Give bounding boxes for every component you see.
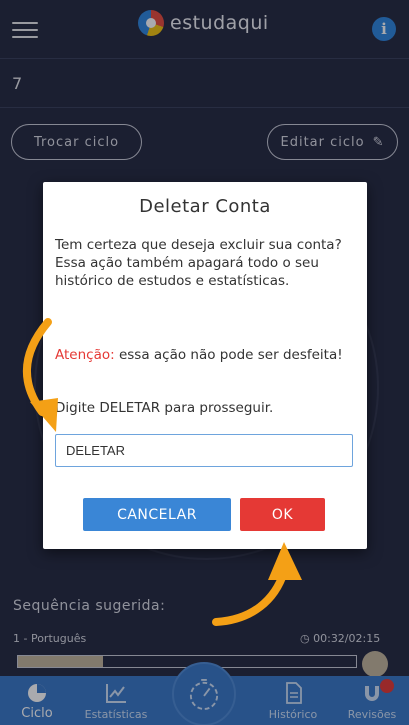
dialog-message: Tem certeza que deseja excluir sua conta… bbox=[55, 237, 342, 289]
ok-button[interactable]: OK bbox=[240, 498, 325, 531]
warning-text: essa ação não pode ser desfeita! bbox=[114, 347, 343, 363]
cancel-button-label: CANCELAR bbox=[117, 506, 197, 523]
app-screen: estudaqui i 7 Trocar ciclo Editar ciclo … bbox=[0, 0, 409, 725]
dialog-hint: Digite DELETAR para prosseguir. bbox=[55, 400, 274, 416]
confirm-delete-input[interactable] bbox=[55, 434, 353, 467]
dialog-title: Deletar Conta bbox=[139, 196, 271, 217]
delete-account-dialog: Deletar Conta Tem certeza que deseja exc… bbox=[43, 182, 367, 549]
warning-label: Atenção: bbox=[55, 347, 115, 363]
ok-button-label: OK bbox=[271, 506, 294, 523]
dialog-warning: Atenção: essa ação não pode ser desfeita… bbox=[55, 346, 355, 364]
cancel-button[interactable]: CANCELAR bbox=[83, 498, 231, 531]
